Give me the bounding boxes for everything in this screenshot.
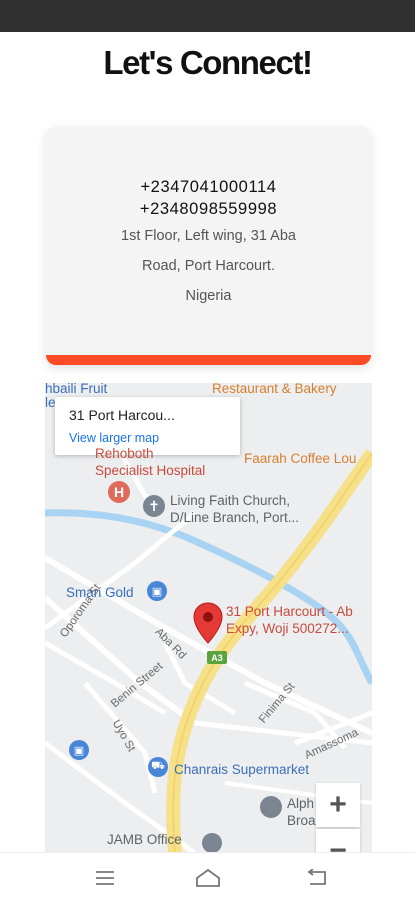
- hospital-icon[interactable]: H: [108, 481, 130, 503]
- poi-hospital-1[interactable]: Rehoboth: [95, 446, 154, 461]
- poi-restaurant[interactable]: Restaurant & Bakery: [212, 383, 337, 396]
- poi-fruit-2[interactable]: le: [45, 395, 56, 410]
- map-info-title: 31 Port Harcou...: [69, 407, 175, 423]
- card-accent-bar: [46, 355, 371, 365]
- contact-card: +2347041000114 +2348098559998 1st Floor,…: [46, 127, 371, 365]
- cart-icon[interactable]: ⛟: [148, 757, 168, 777]
- zoom-out-button[interactable]: −: [316, 829, 360, 853]
- poi-hospital-2[interactable]: Specialist Hospital: [95, 463, 205, 478]
- poi-supermarket[interactable]: Chanrais Supermarket: [174, 762, 309, 777]
- shopping-bag-icon[interactable]: ▣: [147, 581, 167, 601]
- view-larger-map-link[interactable]: View larger map: [69, 431, 159, 445]
- poi-alpha-3[interactable]: Broa: [287, 813, 316, 828]
- phone-number-2[interactable]: +2348098559998: [46, 200, 371, 219]
- address-line-1: 1st Floor, Left wing, 31 Aba: [121, 228, 296, 244]
- map-marker-icon[interactable]: [193, 602, 223, 644]
- address-line-2: Road, Port Harcourt.: [142, 258, 275, 274]
- address-line-3: Nigeria: [185, 288, 232, 304]
- marker-label-1: 31 Port Harcourt - Ab: [226, 604, 353, 619]
- marker-label-2: Expy, Woji 500272...: [226, 621, 349, 636]
- map-container: 31 Port Harcou... View larger map hbaili…: [28, 383, 388, 853]
- poi-jamb[interactable]: JAMB Office: [107, 832, 182, 847]
- home-icon[interactable]: [192, 865, 224, 891]
- phone-number-1[interactable]: +2347041000114: [46, 178, 371, 197]
- place-icon[interactable]: [260, 796, 282, 818]
- zoom-in-button[interactable]: +: [316, 783, 360, 827]
- menu-icon[interactable]: [89, 865, 121, 891]
- page-title: Let's Connect!: [103, 44, 313, 81]
- church-icon[interactable]: ✝: [143, 495, 165, 517]
- embedded-map[interactable]: 31 Port Harcou... View larger map hbaili…: [45, 383, 372, 853]
- back-icon[interactable]: [301, 865, 333, 891]
- system-navigation-bar: [0, 852, 415, 901]
- shopping-bag-icon[interactable]: ▣: [69, 740, 89, 760]
- poi-church-1[interactable]: Living Faith Church,: [170, 493, 290, 508]
- route-shield: A3: [207, 651, 227, 664]
- poi-church-2[interactable]: D/Line Branch, Port...: [170, 510, 299, 525]
- status-bar: [0, 0, 415, 32]
- poi-alpha-1[interactable]: Alph: [287, 796, 314, 811]
- poi-coffee[interactable]: Faarah Coffee Lou: [244, 451, 356, 466]
- office-icon[interactable]: [202, 833, 222, 853]
